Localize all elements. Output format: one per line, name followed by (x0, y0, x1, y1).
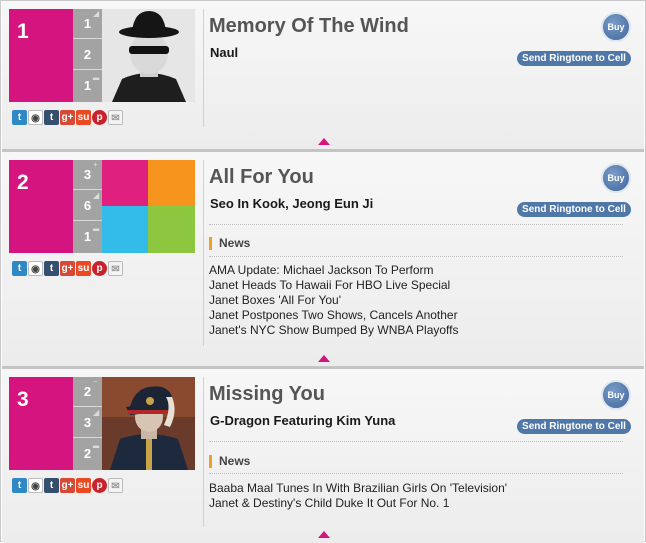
tumblr-icon[interactable]: t (44, 261, 59, 276)
album-art[interactable] (102, 9, 195, 102)
divider (203, 9, 204, 127)
email-icon[interactable]: ✉ (108, 478, 123, 493)
pinterest-icon[interactable]: p (92, 261, 107, 276)
reddit-icon[interactable]: ◉ (28, 478, 43, 493)
divider (209, 473, 623, 474)
expand-arrow-icon[interactable] (318, 355, 330, 362)
song-title[interactable]: Missing You (209, 383, 325, 406)
twitter-icon[interactable]: t (12, 110, 27, 125)
rank-number: 1 (17, 20, 29, 43)
stat-peak: ▂ 1 (83, 71, 100, 94)
pinterest-icon[interactable]: p (92, 110, 107, 125)
chart-entry-2: 2 +3 ◢ 6 ▂ 1 t ◉ t g+ su p ✉ All For You Seo In … (2, 152, 644, 369)
rank-block: 1 (9, 9, 73, 102)
tumblr-icon[interactable]: t (44, 110, 59, 125)
tumblr-icon[interactable]: t (44, 478, 59, 493)
stat-last-week: ◢ 1 (73, 9, 102, 39)
google-plus-icon[interactable]: g+ (60, 478, 75, 493)
stat-last-week: −2 (73, 377, 102, 407)
stat-peak: ▂ 1 (83, 222, 100, 245)
rank-block: 2 (9, 160, 73, 253)
twitter-icon[interactable]: t (12, 261, 27, 276)
email-icon[interactable]: ✉ (108, 261, 123, 276)
news-list: AMA Update: Michael Jackson To Perform J… (209, 263, 459, 338)
expand-arrow-icon[interactable] (318, 138, 330, 145)
rank-block: 3 (9, 377, 73, 470)
stumbleupon-icon[interactable]: su (76, 261, 91, 276)
email-icon[interactable]: ✉ (108, 110, 123, 125)
chart-entry-3: 3 −2 ◢ 3 ▂ 2 t ◉ t g+ su p ✉ Missing You… (2, 369, 644, 543)
rank-number: 3 (17, 388, 29, 411)
google-plus-icon[interactable]: g+ (60, 261, 75, 276)
buy-button[interactable]: Buy (601, 380, 631, 410)
news-link[interactable]: Janet's NYC Show Bumped By WNBA Playoffs (209, 323, 459, 338)
chart-stats: −2 ◢ 3 ▂ 2 (73, 377, 102, 470)
divider (203, 377, 204, 527)
share-bar: t ◉ t g+ su p ✉ (12, 261, 124, 277)
artist-name[interactable]: Naul (210, 45, 238, 60)
stat-weeks-on-chart: ◢ 3 (73, 408, 102, 438)
news-link[interactable]: Baaba Maal Tunes In With Brazilian Girls… (209, 481, 507, 496)
news-link[interactable]: Janet Boxes 'All For You' (209, 293, 459, 308)
chart-stats: +3 ◢ 6 ▂ 1 (73, 160, 102, 253)
news-link[interactable]: Janet Postpones Two Shows, Cancels Anoth… (209, 308, 459, 323)
album-art-placeholder[interactable] (102, 160, 195, 253)
stat-weeks-on-chart: 2 (73, 40, 102, 70)
news-heading: News (209, 455, 250, 468)
chart-stats: ◢ 1 2 ▂ 1 (73, 9, 102, 102)
news-link[interactable]: AMA Update: Michael Jackson To Perform (209, 263, 459, 278)
stat-last-week: +3 (73, 160, 102, 190)
rank-number: 2 (17, 171, 29, 194)
stat-weeks-on-chart: ◢ 6 (73, 191, 102, 221)
stat-peak: ▂ 2 (83, 439, 100, 462)
twitter-icon[interactable]: t (12, 478, 27, 493)
chart-list: 1 ◢ 1 2 ▂ 1 t ◉ t g+ su p ✉ Memory Of The Wind N… (0, 0, 646, 543)
send-ringtone-button[interactable]: Send Ringtone to Cell (517, 202, 631, 217)
news-list: Baaba Maal Tunes In With Brazilian Girls… (209, 481, 507, 511)
divider (209, 224, 623, 225)
buy-button[interactable]: Buy (601, 12, 631, 42)
news-link[interactable]: Janet Heads To Hawaii For HBO Live Speci… (209, 278, 459, 293)
song-title[interactable]: All For You (209, 166, 314, 189)
google-plus-icon[interactable]: g+ (60, 110, 75, 125)
share-bar: t ◉ t g+ su p ✉ (12, 110, 124, 126)
share-bar: t ◉ t g+ su p ✉ (12, 478, 124, 494)
divider (203, 160, 204, 346)
stumbleupon-icon[interactable]: su (76, 478, 91, 493)
song-title[interactable]: Memory Of The Wind (209, 15, 409, 38)
news-link[interactable]: Janet & Destiny's Child Duke It Out For … (209, 496, 507, 511)
pinterest-icon[interactable]: p (92, 478, 107, 493)
reddit-icon[interactable]: ◉ (28, 261, 43, 276)
divider (209, 256, 623, 257)
expand-arrow-icon[interactable] (318, 531, 330, 538)
divider (209, 441, 623, 442)
send-ringtone-button[interactable]: Send Ringtone to Cell (517, 419, 631, 434)
news-heading: News (209, 237, 250, 250)
stumbleupon-icon[interactable]: su (76, 110, 91, 125)
send-ringtone-button[interactable]: Send Ringtone to Cell (517, 51, 631, 66)
reddit-icon[interactable]: ◉ (28, 110, 43, 125)
album-art[interactable] (102, 377, 195, 470)
artist-name[interactable]: Seo In Kook, Jeong Eun Ji (210, 196, 373, 211)
chart-entry-1: 1 ◢ 1 2 ▂ 1 t ◉ t g+ su p ✉ Memory Of The Wind N… (2, 1, 644, 152)
buy-button[interactable]: Buy (601, 163, 631, 193)
artist-name[interactable]: G-Dragon Featuring Kim Yuna (210, 413, 395, 428)
